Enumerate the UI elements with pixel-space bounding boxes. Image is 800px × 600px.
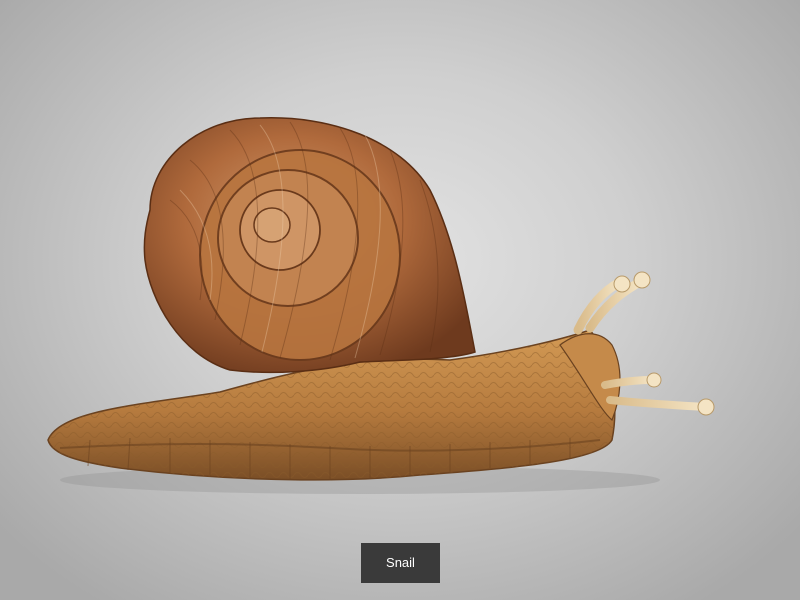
snail-model-render <box>47 117 715 494</box>
model-viewport[interactable]: Snail <box>0 0 800 600</box>
lower-tentacle-top <box>601 376 656 389</box>
lower-tentacle-bottom <box>606 396 709 411</box>
snail-shell <box>143 117 476 374</box>
model-caption-label[interactable]: Snail <box>361 543 440 583</box>
